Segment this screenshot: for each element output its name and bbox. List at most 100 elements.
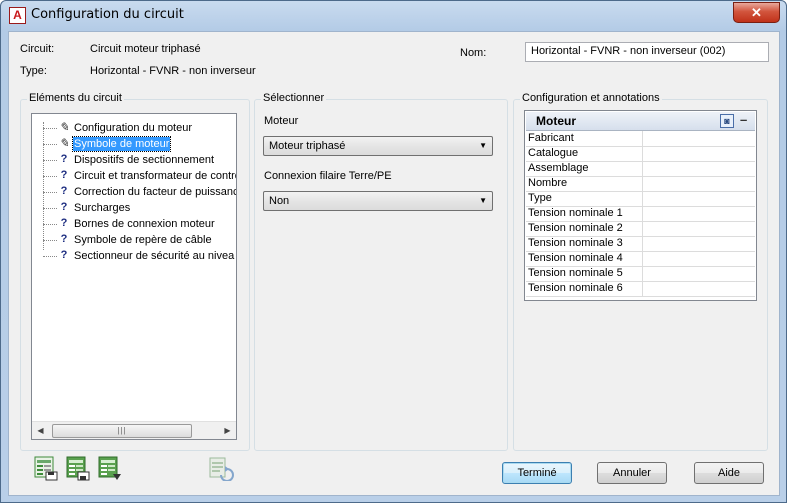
elements-tree[interactable]: ◀ ||| ▶ ✎ Configuration du moteur ✎ Symbole… xyxy=(31,113,237,440)
title-bar[interactable]: A Configuration du circuit ✕ xyxy=(1,1,786,29)
property-value[interactable] xyxy=(642,281,756,296)
elements-group-title: Eléments du circuit xyxy=(27,92,124,104)
cancel-button[interactable]: Annuler xyxy=(597,462,667,484)
tree-item-label[interactable]: Configuration du moteur xyxy=(73,121,193,135)
tree-item-label[interactable]: Symbole de repère de câble xyxy=(73,233,213,247)
question-icon: ? xyxy=(60,217,68,229)
tree-item[interactable]: ? Correction du facteur de puissanc xyxy=(32,184,236,200)
tree-item-label[interactable]: Correction du facteur de puissanc xyxy=(73,185,236,199)
property-row[interactable]: Fabricant xyxy=(526,131,755,147)
property-name: Tension nominale 3 xyxy=(528,237,623,249)
property-value[interactable] xyxy=(642,251,756,266)
question-icon: ? xyxy=(60,153,68,165)
tree-item[interactable]: ? Symbole de repère de câble xyxy=(32,232,236,248)
property-row[interactable]: Tension nominale 1 xyxy=(526,206,755,222)
moteur-dropdown-value: Moteur triphasé xyxy=(269,140,346,152)
property-value[interactable] xyxy=(642,176,756,191)
tree-connector xyxy=(43,192,57,193)
tree-item[interactable]: ✎ Configuration du moteur xyxy=(32,120,236,136)
property-value[interactable] xyxy=(642,266,756,281)
property-name: Tension nominale 1 xyxy=(528,207,623,219)
property-name: Nombre xyxy=(528,177,568,189)
done-button[interactable]: Terminé xyxy=(502,462,572,484)
property-value[interactable] xyxy=(642,221,756,236)
property-name: Tension nominale 2 xyxy=(528,222,623,234)
question-icon: ? xyxy=(60,233,68,245)
config-group-title: Configuration et annotations xyxy=(520,92,662,104)
scroll-left-icon[interactable]: ◀ xyxy=(32,422,49,439)
property-value[interactable] xyxy=(642,161,756,176)
close-button[interactable]: ✕ xyxy=(733,2,780,23)
property-name: Tension nominale 4 xyxy=(528,252,623,264)
export-config-icon[interactable] xyxy=(97,455,123,481)
type-value: Horizontal - FVNR - non inverseur xyxy=(90,65,256,77)
save-config-icon[interactable] xyxy=(33,455,59,481)
property-value[interactable] xyxy=(642,146,756,161)
property-value[interactable] xyxy=(642,131,756,146)
tree-item[interactable]: ? Dispositifs de sectionnement xyxy=(32,152,236,168)
nom-field[interactable]: Horizontal - FVNR - non inverseur (002) xyxy=(525,42,769,62)
property-name: Type xyxy=(528,192,552,204)
scroll-right-icon[interactable]: ▶ xyxy=(219,422,236,439)
dialog-body: Circuit: Circuit moteur triphasé Type: H… xyxy=(8,31,780,496)
tree-connector xyxy=(43,128,57,129)
load-config-icon[interactable] xyxy=(65,455,91,481)
property-value[interactable] xyxy=(642,206,756,221)
tree-item-label[interactable]: Symbole de moteur xyxy=(71,136,172,152)
tree-connector xyxy=(43,240,57,241)
tree-item-label[interactable]: Bornes de connexion moteur xyxy=(73,217,216,231)
property-value[interactable] xyxy=(642,191,756,206)
tree-horizontal-scrollbar[interactable]: ◀ ||| ▶ xyxy=(32,421,236,439)
property-row[interactable]: Nombre xyxy=(526,176,755,192)
tree-item[interactable]: ? Bornes de connexion moteur xyxy=(32,216,236,232)
property-name: Assemblage xyxy=(528,162,589,174)
chevron-down-icon: ▼ xyxy=(479,141,487,150)
property-row[interactable]: Tension nominale 6 xyxy=(526,281,755,297)
tree-connector xyxy=(43,176,57,177)
help-button[interactable]: Aide xyxy=(694,462,764,484)
connexion-dropdown[interactable]: Non ▼ xyxy=(263,191,493,211)
tree-item-label[interactable]: Sectionneur de sécurité au nivea xyxy=(73,249,235,263)
tree-item-label[interactable]: Circuit et transformateur de contrô xyxy=(73,169,236,183)
property-name: Tension nominale 5 xyxy=(528,267,623,279)
dialog-window: A Configuration du circuit ✕ Circuit: Ci… xyxy=(0,0,787,503)
tree-item[interactable]: ? Circuit et transformateur de contrô xyxy=(32,168,236,184)
tree-item-label[interactable]: Surcharges xyxy=(73,201,131,215)
property-value[interactable] xyxy=(642,236,756,251)
tree-item-label[interactable]: Dispositifs de sectionnement xyxy=(73,153,215,167)
tree-connector xyxy=(43,224,57,225)
tree-connector xyxy=(43,256,57,257)
property-row[interactable]: Assemblage xyxy=(526,161,755,177)
moteur-label: Moteur xyxy=(264,115,299,127)
property-row[interactable]: Type xyxy=(526,191,755,207)
question-icon: ? xyxy=(60,249,68,261)
type-label: Type: xyxy=(20,65,47,77)
moteur-dropdown[interactable]: Moteur triphasé ▼ xyxy=(263,136,493,156)
property-row[interactable]: Tension nominale 4 xyxy=(526,251,755,267)
chevron-down-icon: ▼ xyxy=(479,196,487,205)
pencil-icon: ✎ xyxy=(59,136,70,150)
scroll-thumb[interactable]: ||| xyxy=(52,424,192,438)
tree-item[interactable]: ? Surcharges xyxy=(32,200,236,216)
window-title: Configuration du circuit xyxy=(31,7,184,22)
quick-select-icon[interactable]: ◙ xyxy=(720,114,734,128)
property-row[interactable]: Tension nominale 5 xyxy=(526,266,755,282)
select-group-title: Sélectionner xyxy=(261,92,327,104)
tree-item[interactable]: ? Sectionneur de sécurité au nivea xyxy=(32,248,236,264)
circuit-value: Circuit moteur triphasé xyxy=(90,43,201,55)
property-grid: Moteur ◙ – Fabricant Catalogue Assemblage N… xyxy=(524,110,757,301)
refresh-icon[interactable] xyxy=(208,455,234,482)
property-grid-title: Moteur xyxy=(536,114,576,128)
property-row[interactable]: Tension nominale 2 xyxy=(526,221,755,237)
tree-connector xyxy=(43,208,57,209)
pencil-icon: ✎ xyxy=(59,120,70,134)
question-icon: ? xyxy=(60,201,68,213)
property-row[interactable]: Catalogue xyxy=(526,146,755,162)
property-row[interactable]: Tension nominale 3 xyxy=(526,236,755,252)
connexion-label: Connexion filaire Terre/PE xyxy=(264,170,392,182)
tree-item[interactable]: ✎ Symbole de moteur xyxy=(32,136,236,152)
question-icon: ? xyxy=(60,185,68,197)
collapse-icon[interactable]: – xyxy=(740,112,747,127)
tree-connector xyxy=(43,160,57,161)
property-grid-header: Moteur ◙ – xyxy=(526,112,755,131)
